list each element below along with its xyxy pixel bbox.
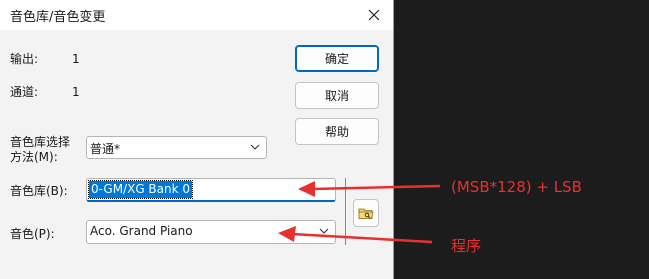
bank-annotation: (MSB*128) + LSB [451,178,582,196]
arrow-to-program-dropdown [278,226,433,244]
program-annotation: 程序 [451,237,482,255]
annotation-arrows [278,181,441,244]
arrow-to-bank-input [298,181,441,197]
